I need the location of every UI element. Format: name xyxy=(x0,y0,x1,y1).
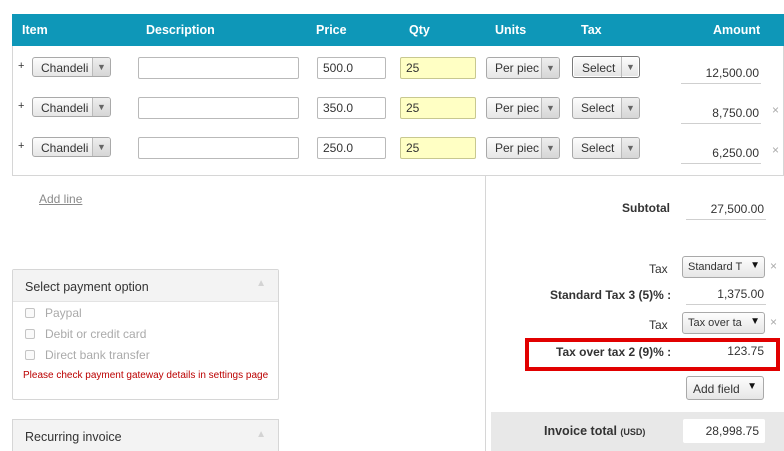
checkbox[interactable] xyxy=(25,329,35,339)
items-table-header: Item Description Price Qty Units Tax Amo… xyxy=(12,14,784,46)
standard-tax-value: 1,375.00 xyxy=(686,285,766,305)
chevron-down-icon: ▼ xyxy=(750,260,760,271)
currency-code: (USD) xyxy=(620,427,646,437)
col-header-price: Price xyxy=(316,23,347,37)
add-field-dropdown[interactable]: Add field ▼ xyxy=(686,376,764,400)
item-select[interactable]: Chandeli ▼ xyxy=(32,137,111,157)
tax-type-select[interactable]: Standard T ▼ xyxy=(682,256,765,278)
table-row: + Chandeli ▼ 500.0 25 Per piec ▼ Select … xyxy=(12,54,784,84)
tax-type-select[interactable]: Tax over ta ▼ xyxy=(682,312,765,334)
chevron-down-icon: ▼ xyxy=(541,98,559,118)
item-select[interactable]: Chandeli ▼ xyxy=(32,97,111,117)
tax-select[interactable]: Select ▼ xyxy=(572,137,640,159)
remove-tax-icon[interactable]: × xyxy=(770,259,777,273)
expand-row-button[interactable]: + xyxy=(18,60,24,72)
chevron-down-icon: ▼ xyxy=(92,138,110,156)
recurring-invoice-title: Recurring invoice xyxy=(25,430,122,444)
chevron-down-icon: ▼ xyxy=(750,316,760,327)
payment-warning: Please check payment gateway details in … xyxy=(23,370,269,381)
payment-option-card[interactable]: Debit or credit card xyxy=(25,327,146,341)
price-input[interactable]: 500.0 xyxy=(317,57,386,79)
remove-row-icon[interactable]: × xyxy=(772,143,779,157)
description-input[interactable] xyxy=(138,57,299,79)
checkbox[interactable] xyxy=(25,308,35,318)
chevron-down-icon: ▼ xyxy=(621,98,639,118)
expand-row-button[interactable]: + xyxy=(18,140,24,152)
tax-over-tax-value: 123.75 xyxy=(727,344,764,358)
table-row: + Chandeli ▼ 250.0 25 Per piec ▼ Select … xyxy=(12,134,784,164)
tax-select[interactable]: Select ▼ xyxy=(572,56,640,78)
tax-label: Tax xyxy=(649,318,668,332)
payment-option-paypal[interactable]: Paypal xyxy=(25,306,82,320)
units-select[interactable]: Per piec ▼ xyxy=(486,97,560,119)
chevron-down-icon: ▼ xyxy=(621,138,639,158)
remove-row-icon[interactable]: × xyxy=(772,103,779,117)
description-input[interactable] xyxy=(138,137,299,159)
recurring-invoice-panel[interactable]: Recurring invoice ▲ xyxy=(12,419,279,451)
amount-value: 12,500.00 xyxy=(681,64,761,84)
amount-value: 6,250.00 xyxy=(681,144,761,164)
tax-over-tax-label: Tax over tax 2 (9)% : xyxy=(556,345,672,359)
chevron-down-icon: ▼ xyxy=(541,138,559,158)
qty-input[interactable]: 25 xyxy=(400,137,476,159)
chevron-down-icon: ▼ xyxy=(92,58,110,76)
chevron-down-icon: ▼ xyxy=(541,58,559,78)
qty-input[interactable]: 25 xyxy=(400,57,476,79)
amount-value: 8,750.00 xyxy=(681,104,761,124)
standard-tax-label: Standard Tax 3 (5)% : xyxy=(550,288,672,302)
subtotal-value: 27,500.00 xyxy=(686,200,766,220)
payment-options-title: Select payment option xyxy=(25,280,149,294)
chevron-down-icon: ▼ xyxy=(747,381,757,392)
chevron-up-icon[interactable]: ▲ xyxy=(256,278,266,289)
payment-option-bank[interactable]: Direct bank transfer xyxy=(25,348,150,362)
col-header-description: Description xyxy=(146,23,215,37)
col-header-qty: Qty xyxy=(409,23,430,37)
payment-options-header[interactable]: Select payment option ▲ xyxy=(13,270,278,302)
invoice-total-bar: Invoice total (USD) 28,998.75 xyxy=(491,412,784,451)
payment-options-panel: Select payment option ▲ Paypal Debit or … xyxy=(12,269,279,400)
col-header-item: Item xyxy=(22,23,48,37)
qty-input[interactable]: 25 xyxy=(400,97,476,119)
col-header-amount: Amount xyxy=(713,23,761,37)
checkbox[interactable] xyxy=(25,350,35,360)
item-select[interactable]: Chandeli ▼ xyxy=(32,57,111,77)
invoice-total-label: Invoice total (USD) xyxy=(544,424,646,438)
price-input[interactable]: 250.0 xyxy=(317,137,386,159)
chevron-up-icon[interactable]: ▲ xyxy=(256,429,266,440)
units-select[interactable]: Per piec ▼ xyxy=(486,57,560,79)
tax-select[interactable]: Select ▼ xyxy=(572,97,640,119)
table-row: + Chandeli ▼ 350.0 25 Per piec ▼ Select … xyxy=(12,94,784,124)
subtotal-label: Subtotal xyxy=(622,201,670,215)
invoice-total-value: 28,998.75 xyxy=(683,419,765,443)
remove-tax-icon[interactable]: × xyxy=(770,315,777,329)
tax-label: Tax xyxy=(649,262,668,276)
expand-row-button[interactable]: + xyxy=(18,100,24,112)
add-line-link[interactable]: Add line xyxy=(39,192,82,206)
chevron-down-icon: ▼ xyxy=(621,57,639,77)
price-input[interactable]: 350.0 xyxy=(317,97,386,119)
units-select[interactable]: Per piec ▼ xyxy=(486,137,560,159)
col-header-tax: Tax xyxy=(581,23,602,37)
description-input[interactable] xyxy=(138,97,299,119)
col-header-units: Units xyxy=(495,23,527,37)
chevron-down-icon: ▼ xyxy=(92,98,110,116)
